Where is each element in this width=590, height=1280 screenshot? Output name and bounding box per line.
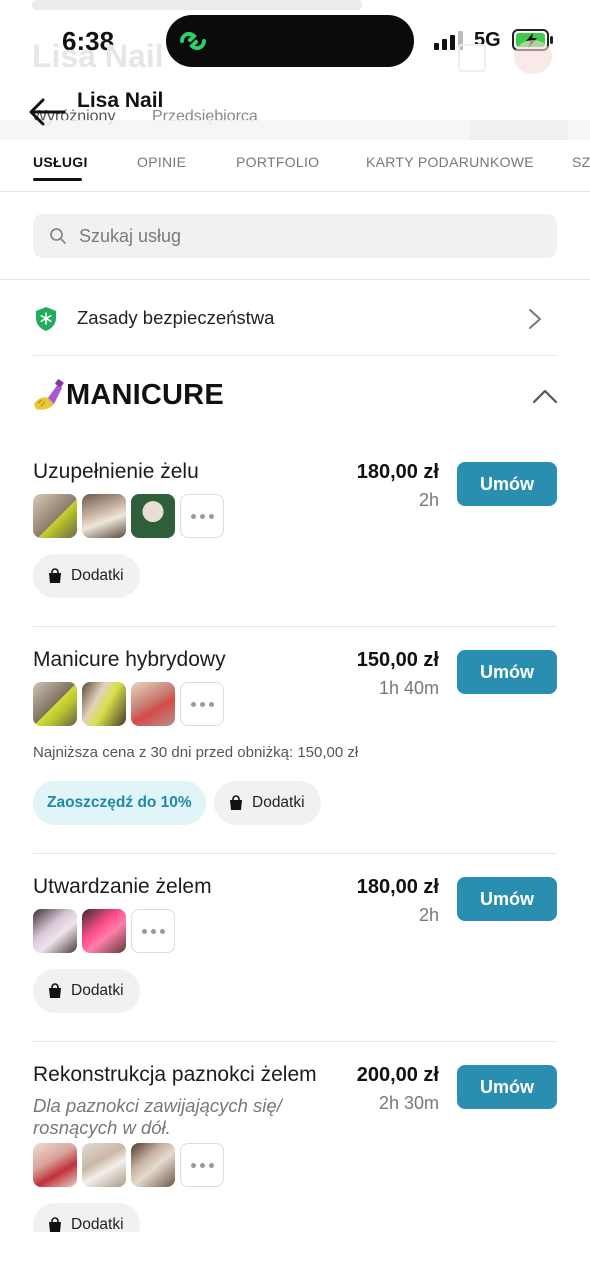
search-icon xyxy=(50,228,66,244)
service-price: 200,00 zł xyxy=(356,1064,439,1086)
tab-truncated[interactable]: SZC xyxy=(572,154,590,170)
service-photo[interactable] xyxy=(131,494,175,538)
tab-gift-cards[interactable]: KARTY PODARUNKOWE xyxy=(366,154,534,170)
more-photos-button[interactable] xyxy=(180,1143,224,1187)
service-name[interactable]: Utwardzanie żelem xyxy=(33,875,212,899)
service-photo[interactable] xyxy=(82,682,126,726)
faded-salon-name: Lisa Nail xyxy=(32,38,164,74)
faded-banner xyxy=(32,0,362,10)
divider xyxy=(33,626,557,627)
book-button[interactable]: Umów xyxy=(457,650,557,694)
addons-label: Dodatki xyxy=(252,794,305,811)
service-name[interactable]: Rekonstrukcja paznokci żelem xyxy=(33,1063,317,1087)
more-photos-button[interactable] xyxy=(180,682,224,726)
service-photo[interactable] xyxy=(82,494,126,538)
tab-portfolio[interactable]: PORTFOLIO xyxy=(236,154,319,170)
discount-badge[interactable]: Zaoszczędź do 10% xyxy=(33,781,206,825)
addons-label: Dodatki xyxy=(71,982,124,999)
nail-polish-icon xyxy=(34,379,64,410)
bottom-fade xyxy=(0,1232,590,1280)
faded-heart-icon xyxy=(514,40,552,74)
addons-button[interactable]: Dodatki xyxy=(33,969,140,1013)
photo-strip xyxy=(33,682,224,726)
service-price: 180,00 zł xyxy=(356,876,439,898)
service-description: Dla paznokci zawijających się/ rosnących… xyxy=(33,1095,282,1138)
app-logo-icon xyxy=(179,31,207,51)
service-price: 150,00 zł xyxy=(356,649,439,671)
page-title: Lisa Nail xyxy=(77,89,164,112)
divider xyxy=(33,853,557,854)
chevron-right-icon xyxy=(529,309,541,329)
photo-strip xyxy=(33,1143,224,1187)
service-name[interactable]: Uzupełnienie żelu xyxy=(33,460,199,484)
shopping-bag-icon xyxy=(230,795,242,810)
back-arrow-icon[interactable] xyxy=(28,98,66,126)
safety-rules-row[interactable]: Zasady bezpieczeństwa xyxy=(0,280,590,356)
more-photos-button[interactable] xyxy=(131,909,175,953)
shopping-bag-icon xyxy=(49,568,61,583)
book-button[interactable]: Umów xyxy=(457,462,557,506)
service-photo[interactable] xyxy=(33,494,77,538)
service-photo[interactable] xyxy=(131,682,175,726)
active-tab-indicator xyxy=(33,178,82,181)
divider xyxy=(33,355,557,356)
service-photo[interactable] xyxy=(33,1143,77,1187)
service-duration: 2h 30m xyxy=(378,1093,439,1113)
service-name[interactable]: Manicure hybrydowy xyxy=(33,648,226,672)
book-button[interactable]: Umów xyxy=(457,1065,557,1109)
shield-icon xyxy=(36,307,56,331)
photo-strip xyxy=(33,494,224,538)
service-price: 180,00 zł xyxy=(356,461,439,483)
service-duration: 2h xyxy=(418,490,439,510)
service-photo[interactable] xyxy=(131,1143,175,1187)
service-photo[interactable] xyxy=(33,682,77,726)
service-duration: 2h xyxy=(418,905,439,925)
photo-strip xyxy=(33,909,175,953)
service-photo[interactable] xyxy=(82,1143,126,1187)
addons-button[interactable]: Dodatki xyxy=(214,781,321,825)
addons-label: Dodatki xyxy=(71,567,124,584)
lowest-price-note: Najniższa cena z 30 dni przed obniżką: 1… xyxy=(33,744,359,761)
safety-rules-label: Zasady bezpieczeństwa xyxy=(77,307,275,328)
search-box[interactable] xyxy=(33,214,557,258)
divider xyxy=(33,1041,557,1042)
faded-share-icon xyxy=(458,44,486,72)
chevron-up-icon[interactable] xyxy=(532,388,558,404)
tab-bar: USŁUGI OPINIE PORTFOLIO KARTY PODARUNKOW… xyxy=(0,140,590,192)
addons-button[interactable]: Dodatki xyxy=(33,554,140,598)
service-duration: 1h 40m xyxy=(378,678,439,698)
more-photos-button[interactable] xyxy=(180,494,224,538)
shopping-bag-icon xyxy=(49,1217,61,1232)
tab-services[interactable]: USŁUGI xyxy=(33,154,88,170)
shopping-bag-icon xyxy=(49,983,61,998)
book-button[interactable]: Umów xyxy=(457,877,557,921)
tab-reviews[interactable]: OPINIE xyxy=(137,154,186,170)
service-photo[interactable] xyxy=(33,909,77,953)
service-photo[interactable] xyxy=(82,909,126,953)
category-title: MANICURE xyxy=(66,379,224,411)
search-input[interactable] xyxy=(79,214,539,258)
